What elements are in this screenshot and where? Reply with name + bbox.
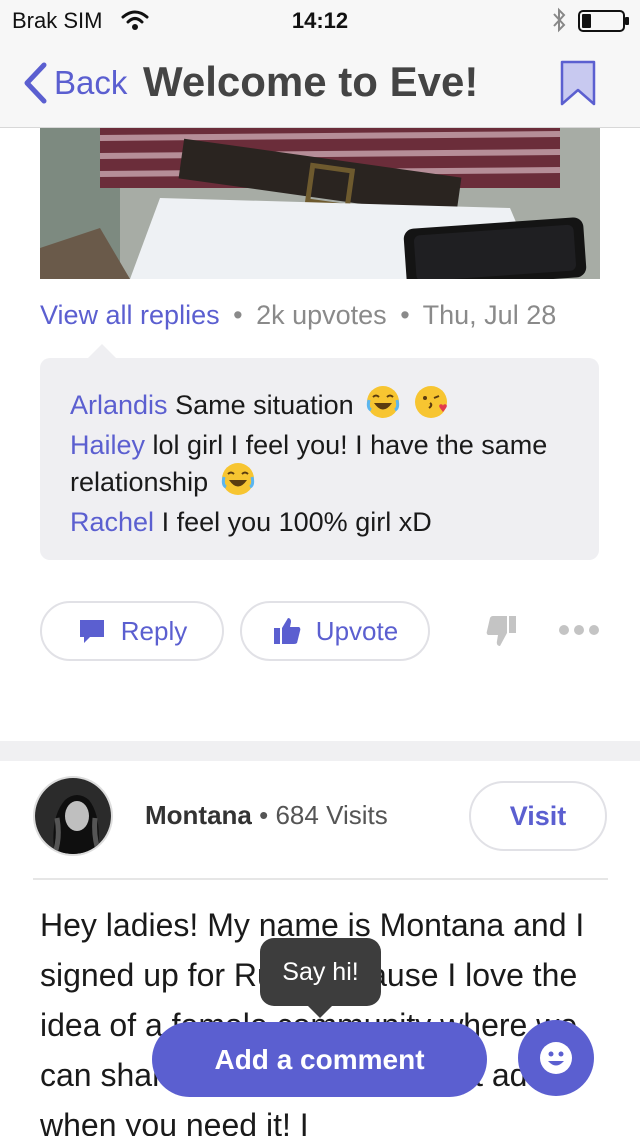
thumbs-up-icon — [273, 618, 301, 644]
more-dots-icon[interactable] — [558, 620, 600, 640]
say-hi-tooltip[interactable]: Say hi! — [260, 938, 381, 1006]
bluetooth-icon — [553, 7, 566, 33]
reply-author[interactable]: Rachel — [70, 507, 154, 537]
reply-item: Hailey lol girl I feel you! I have the s… — [70, 429, 569, 498]
post-body-text: Hey ladies! My name is Montana and I sig… — [40, 907, 585, 1136]
bookmark-icon[interactable] — [560, 60, 596, 106]
back-button[interactable]: Back — [22, 62, 127, 104]
tooltip-arrow — [306, 1004, 334, 1018]
speech-bubble-icon — [79, 620, 104, 643]
reply-button[interactable]: Reply — [40, 601, 224, 661]
reply-item: Rachel I feel you 100% girl xD — [70, 506, 569, 538]
back-label: Back — [54, 64, 128, 101]
meta-separator: • — [400, 300, 410, 330]
thumbs-down-icon[interactable] — [484, 614, 518, 648]
nav-bar: Back Welcome to Eve! — [0, 40, 640, 128]
post-meta: View all replies • 2k upvotes • Thu, Jul… — [40, 300, 556, 331]
meta-separator: • — [259, 800, 269, 830]
post-author-line: Montana • 684 Visits — [145, 800, 388, 831]
reply-text: Same situation — [175, 390, 354, 420]
visit-count: 684 Visits — [275, 800, 388, 830]
emoji-picker-button[interactable] — [518, 1020, 594, 1096]
battery-icon — [578, 10, 629, 32]
upvote-label: Upvote — [315, 615, 399, 646]
reply-author[interactable]: Hailey — [70, 430, 145, 460]
replies-caret — [88, 344, 116, 358]
card-divider — [33, 878, 608, 880]
meta-separator: • — [233, 300, 243, 330]
chevron-left-icon — [24, 62, 47, 104]
status-bar: Brak SIM 14:12 — [0, 0, 640, 40]
post-date: Thu, Jul 28 — [422, 300, 557, 330]
visit-button[interactable]: Visit — [469, 781, 607, 851]
reply-item: Arlandis Same situation — [70, 384, 569, 421]
status-clock: 14:12 — [291, 8, 349, 33]
smiley-icon — [540, 1042, 572, 1074]
reply-label: Reply — [120, 615, 188, 646]
avatar-image — [35, 778, 111, 854]
laughing-emoji-icon — [367, 386, 400, 418]
post-author-name[interactable]: Montana — [145, 800, 252, 830]
post-photo-image — [40, 128, 600, 279]
upvote-button[interactable]: Upvote — [240, 601, 430, 661]
reply-text: I feel you 100% girl xD — [161, 507, 432, 537]
section-divider — [0, 741, 640, 761]
upvote-count: 2k upvotes — [256, 300, 387, 330]
avatar[interactable] — [33, 776, 113, 856]
reply-author[interactable]: Arlandis — [70, 390, 168, 420]
post-photo[interactable] — [40, 128, 600, 279]
laughing-emoji-icon — [221, 463, 254, 495]
kiss-emoji-icon — [414, 386, 447, 418]
replies-preview[interactable]: Arlandis Same situation Hailey lol girl … — [40, 358, 599, 560]
view-all-replies-link[interactable]: View all replies — [40, 300, 220, 330]
page-title: Welcome to Eve! — [143, 58, 479, 105]
add-comment-button[interactable]: Add a comment — [152, 1022, 487, 1097]
